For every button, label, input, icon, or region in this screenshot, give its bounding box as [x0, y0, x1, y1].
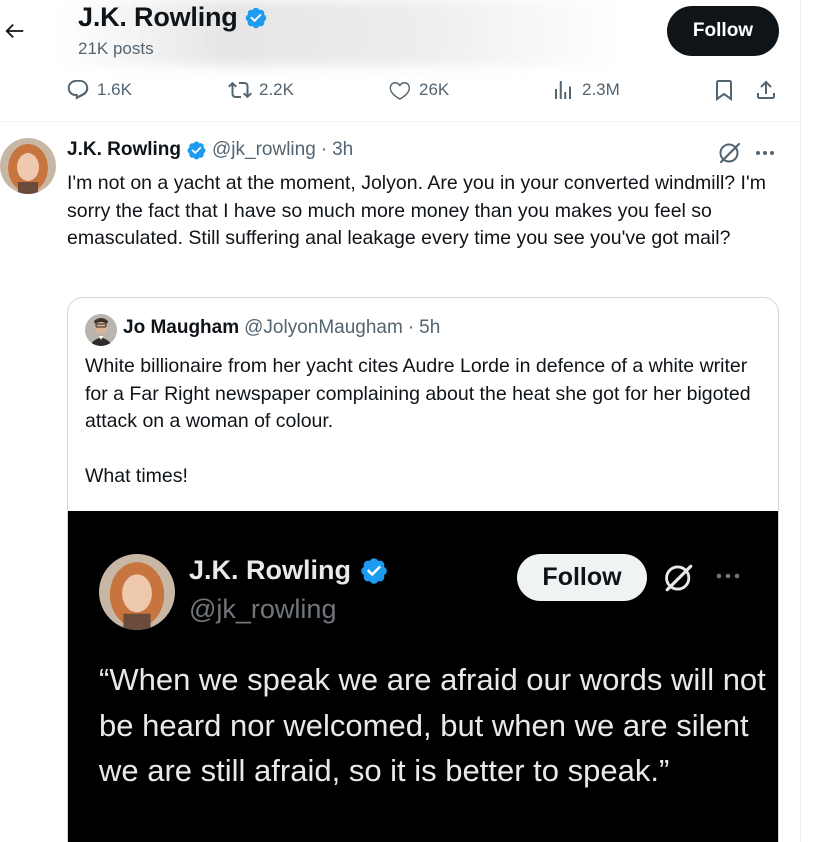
- repost-count: 2.2K: [259, 80, 294, 99]
- media-author-name: J.K. Rowling: [189, 555, 351, 585]
- author-name[interactable]: J.K. Rowling: [67, 139, 181, 161]
- tweet-time[interactable]: 3h: [332, 139, 353, 161]
- views-stat[interactable]: 2.3M: [551, 78, 620, 102]
- media-follow-button: Follow: [517, 554, 647, 601]
- views-icon: [555, 81, 571, 99]
- column-border: [800, 0, 801, 842]
- tweet-header: J.K. Rowling @jk_rowling · 3h: [67, 139, 353, 161]
- follow-button[interactable]: Follow: [667, 6, 779, 56]
- media-quote-text: “When we speak we are afraid our words w…: [99, 662, 766, 788]
- quote-separator-dot: ·: [407, 317, 415, 338]
- header-name: J.K. Rowling: [78, 2, 238, 32]
- media-author-handle: @jk_rowling: [189, 594, 337, 624]
- bookmark-button[interactable]: [712, 78, 736, 102]
- back-button[interactable]: [2, 18, 28, 44]
- like-icon: [389, 81, 410, 100]
- quote-avatar-image: [85, 314, 117, 346]
- page: J.K. Rowling 21K posts Follow 1.6K 2.2K: [0, 0, 821, 842]
- like-stat[interactable]: 26K: [388, 78, 449, 102]
- media-author-avatar: [99, 554, 175, 630]
- header-posts-count: 21K posts: [78, 39, 154, 58]
- more-icon: [756, 151, 774, 155]
- media-grok-icon: [662, 561, 696, 600]
- header-divider: [0, 121, 800, 122]
- share-icon: [757, 80, 775, 99]
- avatar-image: [0, 138, 56, 194]
- like-count: 26K: [419, 80, 450, 99]
- quote-text: White billionaire from her yacht cites A…: [85, 355, 751, 488]
- media-header: J.K. Rowling: [189, 555, 389, 586]
- repost-stat[interactable]: 2.2K: [228, 78, 294, 102]
- media-more-icon: [713, 566, 743, 591]
- quote-time[interactable]: 5h: [419, 317, 440, 339]
- grok-icon: [719, 142, 741, 164]
- views-count: 2.3M: [582, 80, 620, 99]
- verified-badge-icon: [187, 141, 206, 159]
- author-handle[interactable]: @jk_rowling: [212, 139, 316, 161]
- engagement-bar: 1.6K 2.2K 26K 2.3M: [66, 78, 786, 106]
- bookmark-icon: [716, 80, 732, 101]
- grok-button[interactable]: [717, 140, 743, 171]
- more-icon: [716, 573, 740, 579]
- quoted-tweet-card[interactable]: Jo Maugham @JolyonMaugham · 5h White bil…: [67, 297, 779, 842]
- media-avatar-image: [99, 554, 175, 630]
- author-avatar[interactable]: [0, 138, 56, 194]
- separator-dot: ·: [320, 139, 328, 160]
- share-button[interactable]: [754, 78, 778, 102]
- reply-count: 1.6K: [97, 80, 132, 99]
- reply-stat[interactable]: 1.6K: [66, 78, 132, 102]
- repost-icon: [228, 81, 252, 99]
- more-button[interactable]: [753, 141, 777, 170]
- reply-icon: [67, 80, 89, 100]
- header-title: J.K. Rowling: [78, 2, 268, 33]
- quote-header: Jo Maugham @JolyonMaugham · 5h: [123, 317, 440, 339]
- profile-header: J.K. Rowling 21K posts Follow 1.6K 2.2K: [0, 0, 800, 122]
- grok-icon: [665, 564, 693, 592]
- verified-badge-icon: [245, 7, 266, 28]
- quote-media-image[interactable]: J.K. Rowling @jk_rowling Follow “When we…: [68, 511, 778, 842]
- back-arrow-icon: [5, 23, 24, 39]
- quote-author-handle[interactable]: @JolyonMaugham: [244, 317, 403, 339]
- quote-author-avatar[interactable]: [85, 314, 117, 346]
- quote-author-name[interactable]: Jo Maugham: [123, 317, 239, 339]
- verified-badge-icon: [361, 557, 387, 584]
- tweet-text: I'm not on a yacht at the moment, Jolyon…: [67, 172, 766, 250]
